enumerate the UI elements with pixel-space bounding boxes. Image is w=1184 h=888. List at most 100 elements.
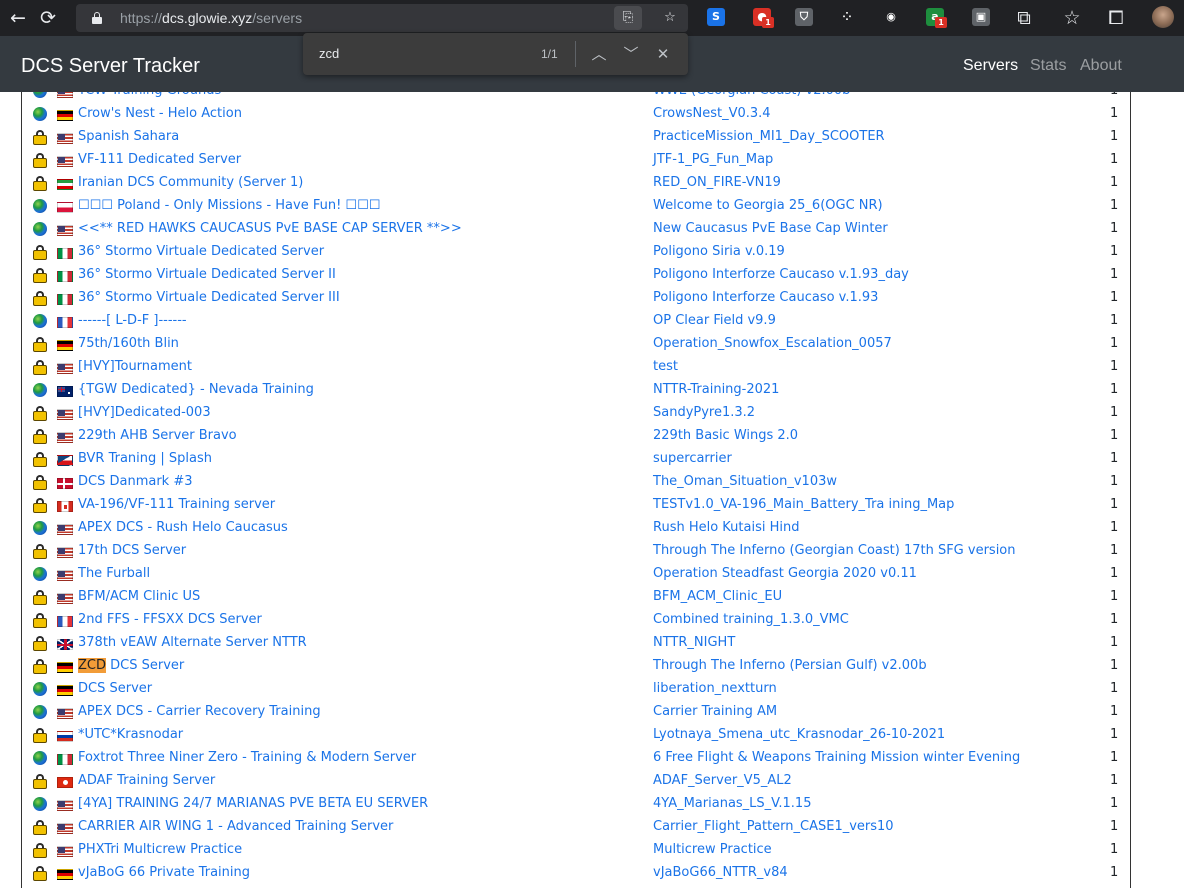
back-icon[interactable]: ← <box>4 4 32 32</box>
table-row: Crow's Nest - Helo Action CrowsNest_V0.3.… <box>22 102 1130 125</box>
server-name-link[interactable]: Foxtrot Three Niner Zero - Training & Mo… <box>78 746 416 769</box>
close-icon[interactable]: ✕ <box>651 42 675 66</box>
server-name-link[interactable]: {TGW Dedicated} - Nevada Training <box>78 378 314 401</box>
server-name-link[interactable]: ZCD DCS Server <box>78 654 184 677</box>
mission-link[interactable]: 4YA_Marianas_LS_V.1.15 <box>653 792 811 815</box>
server-name-link[interactable]: vJaBoG 66 Private Training <box>78 861 250 884</box>
mission-link[interactable]: NTTR-Training-2021 <box>653 378 779 401</box>
mission-link[interactable]: vJaBoG66_NTTR_v84 <box>653 861 788 884</box>
server-name-link[interactable]: ☐☐☐ Poland - Only Missions - Have Fun! ☐… <box>78 194 380 217</box>
mission-link[interactable]: ADAF_Server_V5_AL2 <box>653 769 792 792</box>
server-name-link[interactable]: 36° Stormo Virtuale Dedicated Server III <box>78 286 340 309</box>
nav-stats[interactable]: Stats <box>1030 36 1066 96</box>
shield-extension-icon[interactable]: ⛉ <box>795 8 813 26</box>
mission-link[interactable]: test <box>653 355 678 378</box>
mission-link[interactable]: RED_ON_FIRE-VN19 <box>653 171 781 194</box>
server-name-link[interactable]: 378th vEAW Alternate Server NTTR <box>78 631 307 654</box>
flag-it-icon <box>57 294 73 305</box>
server-name-link[interactable]: [HVY]Tournament <box>78 355 192 378</box>
server-name-link[interactable]: <<** RED HAWKS CAUCASUS PvE BASE CAP SER… <box>78 217 462 240</box>
s-extension-icon[interactable]: S <box>707 8 725 26</box>
extensions-puzzle-icon[interactable]: ⧉ <box>1010 4 1038 32</box>
url-text[interactable]: https://dcs.glowie.xyz/servers <box>120 4 302 32</box>
mission-link[interactable]: Multicrew Practice <box>653 838 772 861</box>
server-name-link[interactable]: APEX DCS - Carrier Recovery Training <box>78 700 321 723</box>
server-name-link[interactable]: *UTC*Krasnodar <box>78 723 183 746</box>
brand-title[interactable]: DCS Server Tracker <box>21 36 200 96</box>
mission-link[interactable]: Lyotnaya_Smena_utc_Krasnodar_26-10-2021 <box>653 723 945 746</box>
server-name-link[interactable]: VF-111 Dedicated Server <box>78 148 241 171</box>
mission-link[interactable]: Operation_Snowfox_Escalation_0057 <box>653 332 892 355</box>
green-extension-icon[interactable]: a1 <box>926 8 947 28</box>
mission-link[interactable]: Operation Steadfast Georgia 2020 v0.11 <box>653 562 917 585</box>
mission-link[interactable]: Poligono Interforze Caucaso v.1.93_day <box>653 263 909 286</box>
nav-servers[interactable]: Servers <box>963 36 1018 96</box>
reload-icon[interactable]: ⟳ <box>34 4 62 32</box>
mission-link[interactable]: TESTv1.0_VA-196_Main_Battery_Tra ining_M… <box>653 493 954 516</box>
server-name-link[interactable]: VA-196/VF-111 Training server <box>78 493 275 516</box>
server-name-link[interactable]: Spanish Sahara <box>78 125 179 148</box>
chevron-down-icon[interactable]: ﹀ <box>619 42 643 66</box>
box-extension-icon[interactable]: ▣ <box>972 8 990 26</box>
mission-link[interactable]: PracticeMission_MI1_Day_SCOOTER <box>653 125 885 148</box>
find-in-page-icon[interactable]: ⎘ <box>614 6 642 30</box>
server-name-link[interactable]: 229th AHB Server Bravo <box>78 424 237 447</box>
mission-link[interactable]: WWE (Georgian Coast) v2.00b <box>653 92 850 102</box>
player-count: 1 <box>1110 313 1119 328</box>
flag-ca-icon <box>57 501 73 512</box>
server-name-link[interactable]: DCS Server <box>78 677 152 700</box>
favorites-icon[interactable]: ☆ <box>1058 4 1086 32</box>
mission-link[interactable]: supercarrier <box>653 447 732 470</box>
mission-link[interactable]: Through The Inferno (Persian Gulf) v2.00… <box>653 654 927 677</box>
server-name-link[interactable]: 2nd FFS - FFSXX DCS Server <box>78 608 262 631</box>
server-name-link[interactable]: Iranian DCS Community (Server 1) <box>78 171 303 194</box>
server-name-link[interactable]: 36° Stormo Virtuale Dedicated Server <box>78 240 324 263</box>
circle-extension-icon[interactable]: ◉ <box>882 8 900 26</box>
mission-link[interactable]: liberation_nextturn <box>653 677 777 700</box>
server-name-link[interactable]: DCS Danmark #3 <box>78 470 193 493</box>
lock-icon[interactable] <box>92 12 102 24</box>
server-name-link[interactable]: [HVY]Dedicated-003 <box>78 401 211 424</box>
mission-link[interactable]: New Caucasus PvE Base Cap Winter <box>653 217 888 240</box>
server-name-link[interactable]: [4YA] TRAINING 24/7 MARIANAS PVE BETA EU… <box>78 792 428 815</box>
profile-avatar[interactable] <box>1152 6 1174 28</box>
mission-link[interactable]: JTF-1_PG_Fun_Map <box>653 148 773 171</box>
server-name-link[interactable]: 17th DCS Server <box>78 539 186 562</box>
red-extension-icon[interactable]: ●1 <box>753 8 774 28</box>
mission-link[interactable]: Poligono Interforze Caucaso v.1.93 <box>653 286 878 309</box>
mission-link[interactable]: NTTR_NIGHT <box>653 631 735 654</box>
server-name-link[interactable]: Crow's Nest - Helo Action <box>78 102 242 125</box>
mission-link[interactable]: Through The Inferno (Georgian Coast) 17t… <box>653 539 1016 562</box>
mission-link[interactable]: Welcome to Georgia 25_6(OGC NR) <box>653 194 883 217</box>
mission-link[interactable]: Carrier_Flight_Pattern_CASE1_vers10 <box>653 815 894 838</box>
address-bar[interactable]: https://dcs.glowie.xyz/servers ⎘ ☆ <box>76 4 688 32</box>
server-name-link[interactable]: BVR Traning | Splash <box>78 447 212 470</box>
mission-link[interactable]: OP Clear Field v9.9 <box>653 309 776 332</box>
server-name-link[interactable]: The Furball <box>78 562 150 585</box>
mission-link[interactable]: Rush Helo Kutaisi Hind <box>653 516 800 539</box>
mission-link[interactable]: Combined training_1.3.0_VMC <box>653 608 849 631</box>
add-favorite-icon[interactable]: ☆ <box>656 6 684 30</box>
mission-link[interactable]: The_Oman_Situation_v103w <box>653 470 837 493</box>
server-name-link[interactable]: ADAF Training Server <box>78 769 215 792</box>
mission-link[interactable]: 229th Basic Wings 2.0 <box>653 424 798 447</box>
server-name-link[interactable]: 75th/160th Blin <box>78 332 179 355</box>
collections-icon[interactable]: ⧠ <box>1102 4 1130 32</box>
dots-extension-icon[interactable]: ⁘ <box>838 8 856 26</box>
server-name-link[interactable]: PHXTri Multicrew Practice <box>78 838 242 861</box>
nav-about[interactable]: About <box>1080 36 1122 96</box>
chevron-up-icon[interactable]: ︿ <box>587 42 611 66</box>
find-input[interactable]: zcd <box>319 33 339 75</box>
mission-link[interactable]: BFM_ACM_Clinic_EU <box>653 585 782 608</box>
mission-link[interactable]: Poligono Siria v.0.19 <box>653 240 785 263</box>
mission-link[interactable]: CrowsNest_V0.3.4 <box>653 102 771 125</box>
mission-link[interactable]: 6 Free Flight & Weapons Training Mission… <box>653 746 1020 769</box>
server-name-link[interactable]: TCW Training Grounds <box>78 92 221 102</box>
server-name-link[interactable]: APEX DCS - Rush Helo Caucasus <box>78 516 288 539</box>
mission-link[interactable]: SandyPyre1.3.2 <box>653 401 755 424</box>
server-name-link[interactable]: CARRIER AIR WING 1 - Advanced Training S… <box>78 815 393 838</box>
server-name-link[interactable]: 36° Stormo Virtuale Dedicated Server II <box>78 263 336 286</box>
mission-link[interactable]: Carrier Training AM <box>653 700 777 723</box>
server-name-link[interactable]: BFM/ACM Clinic US <box>78 585 200 608</box>
server-name-link[interactable]: ------[ L-D-F ]------ <box>78 309 187 332</box>
